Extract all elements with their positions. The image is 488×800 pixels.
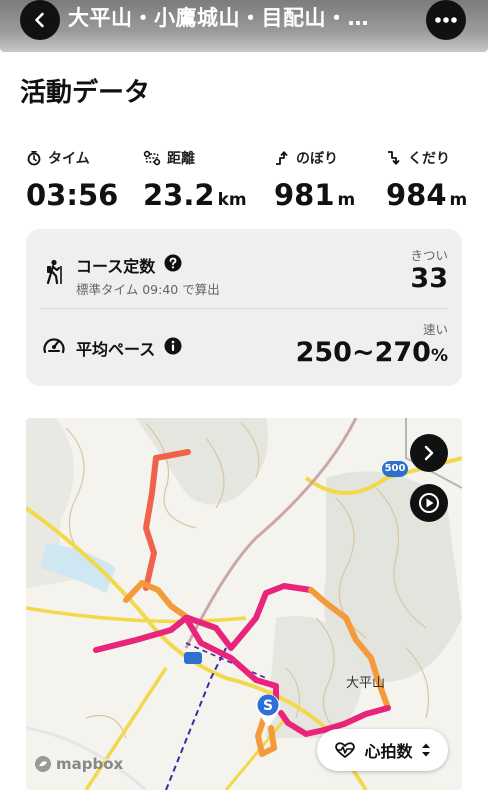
start-marker-label: S [263, 698, 273, 714]
course-difficulty-label: きつい [410, 248, 448, 263]
stat-ascent: のぼり 981 m [274, 148, 355, 212]
back-button[interactable] [20, 0, 60, 40]
play-icon [419, 493, 439, 513]
stat-ascent-label: のぼり [296, 151, 338, 167]
stat-ascent-unit: m [337, 190, 356, 210]
descent-icon [388, 151, 400, 165]
hiker-icon [46, 259, 62, 285]
route-title: 大平山・小鷹城山・目配山・… [68, 6, 369, 30]
stat-descent: くだり 984 m [386, 148, 467, 212]
metric-selector-label: 心拍数 [364, 742, 413, 761]
heart-rate-icon [335, 742, 356, 758]
course-constant-value: 33 [410, 263, 448, 294]
stat-distance: 距離 23.2 km [143, 148, 247, 212]
speedometer-icon [43, 338, 65, 354]
route-icon [143, 150, 161, 166]
sort-arrows-icon [421, 743, 430, 757]
place-label: 大平山 [346, 676, 386, 691]
section-title: 活動データ [20, 78, 151, 108]
info-icon[interactable] [164, 337, 182, 355]
mapbox-attribution[interactable]: mapbox [34, 755, 123, 773]
chevron-left-icon [35, 12, 44, 28]
stat-distance-unit: km [217, 190, 247, 210]
start-marker-icon[interactable]: S [254, 692, 282, 728]
stat-distance-label: 距離 [167, 151, 195, 167]
play-button[interactable] [410, 484, 448, 522]
help-icon[interactable] [164, 254, 182, 272]
pace-speed-label: 速い [422, 322, 448, 337]
pace-unit: % [430, 346, 448, 366]
pace-title: 平均ペース [76, 340, 156, 359]
stat-time: タイム 03:56 [26, 148, 118, 212]
course-title: コース定数 [76, 257, 156, 276]
more-button[interactable] [426, 0, 466, 40]
stat-time-label: タイム [48, 151, 90, 167]
stat-time-value: 03:56 [26, 178, 119, 212]
mapbox-logo-icon [35, 756, 51, 772]
stopwatch-icon [27, 151, 41, 166]
card-divider [40, 308, 448, 309]
course-subtitle: 標準タイム 09:40 で算出 [76, 282, 220, 297]
chevron-right-icon [424, 445, 434, 461]
stat-descent-unit: m [449, 190, 468, 210]
route-map[interactable]: 500 大平山 S 心拍数 mapbox [26, 418, 462, 790]
top-bar: 大平山・小鷹城山・目配山・… [0, 0, 488, 52]
metric-selector[interactable]: 心拍数 [317, 729, 448, 771]
mapbox-attribution-text: mapbox [56, 755, 124, 773]
stat-descent-label: くだり [408, 151, 450, 167]
activity-summary-card: コース定数 標準タイム 09:40 で算出 きつい 33 平均ペース 速い 25… [26, 229, 462, 386]
next-button[interactable] [410, 434, 448, 472]
stat-distance-value: 23.2 [143, 178, 215, 212]
road-number-badge: 500 [382, 461, 408, 477]
pace-value: 250~270 [295, 337, 431, 368]
stat-ascent-value: 981 [274, 178, 335, 212]
ascent-icon [276, 151, 288, 165]
stat-descent-value: 984 [386, 178, 447, 212]
ellipsis-icon [435, 17, 457, 23]
